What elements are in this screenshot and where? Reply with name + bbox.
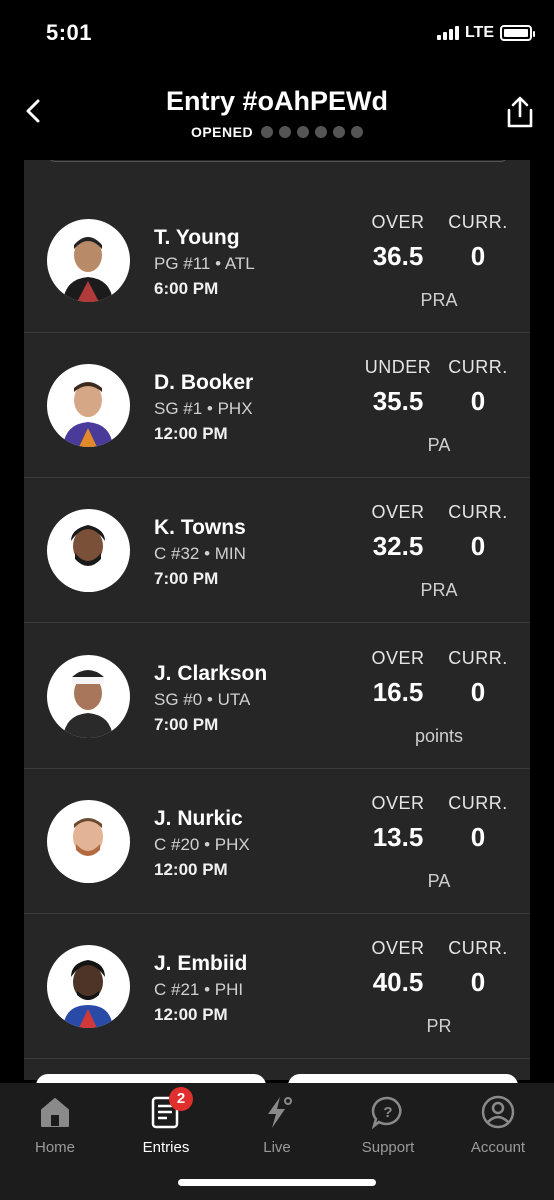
stat-type: PRA <box>420 290 458 310</box>
player-position: C #20 • PHX <box>154 835 250 854</box>
tab-label: Account <box>470 1139 526 1156</box>
current-value: 0 <box>470 677 486 707</box>
current-value: 0 <box>470 822 486 852</box>
entries-badge: 2 <box>169 1087 193 1111</box>
current-column: CURR. 0 <box>430 648 526 708</box>
home-indicator <box>178 1179 376 1186</box>
share-button[interactable] <box>502 94 538 130</box>
pick-row-j-clarkson[interactable]: J. Clarkson SG #0 • UTA 7:00 PM OVER 16.… <box>24 624 530 769</box>
progress-dot <box>279 126 292 138</box>
share-icon <box>507 96 533 128</box>
progress-dot <box>297 126 310 138</box>
current-label: CURR. <box>448 502 508 522</box>
tab-label: Entries <box>142 1139 190 1156</box>
player-avatar <box>47 219 130 302</box>
progress-dot <box>333 126 346 138</box>
game-time: 7:00 PM <box>154 569 219 588</box>
current-label: CURR. <box>448 938 508 958</box>
signal-icon <box>436 26 459 40</box>
current-label: CURR. <box>448 793 508 813</box>
pick-row-t-young[interactable]: T. Young PG #11 • ATL 6:00 PM OVER 36.5 … <box>24 188 530 333</box>
entry-status: OPENED <box>190 124 254 140</box>
player-name: D. Booker <box>154 371 254 394</box>
game-time: 6:00 PM <box>154 279 219 298</box>
current-column: CURR. 0 <box>430 502 526 562</box>
tab-label: Home <box>34 1139 75 1156</box>
entry-progress: OPENED <box>0 124 554 140</box>
player-avatar <box>47 800 130 883</box>
tab-support[interactable]: ? Support <box>333 1093 443 1156</box>
support-icon: ? <box>369 1093 407 1131</box>
stat-type: PRA <box>420 580 458 600</box>
player-position: C #21 • PHI <box>154 980 244 999</box>
player-name: T. Young <box>154 226 240 249</box>
progress-dot <box>351 126 364 138</box>
tab-home[interactable]: Home <box>0 1093 110 1156</box>
player-name: J. Clarkson <box>154 662 268 685</box>
stat-type: PA <box>427 871 451 891</box>
player-avatar <box>47 509 130 592</box>
pick-row-d-booker[interactable]: D. Booker SG #1 • PHX 12:00 PM UNDER 35.… <box>24 333 530 478</box>
stat-type: PR <box>426 1016 452 1036</box>
progress-dot <box>261 126 274 138</box>
game-time: 12:00 PM <box>154 1005 228 1024</box>
player-avatar <box>47 655 130 738</box>
player-position: SG #0 • UTA <box>154 690 251 709</box>
game-time: 12:00 PM <box>154 860 228 879</box>
header: Entry #oAhPEWd OPENED <box>0 70 554 160</box>
picks-list[interactable]: T. Young PG #11 • ATL 6:00 PM OVER 36.5 … <box>24 160 530 1080</box>
player-position: C #32 • MIN <box>154 544 246 563</box>
progress-dot <box>315 126 328 138</box>
current-column: CURR. 0 <box>430 938 526 998</box>
player-name: J. Embiid <box>154 952 248 975</box>
tab-entries[interactable]: 2 Entries <box>111 1087 221 1156</box>
tab-label: Live <box>263 1139 291 1156</box>
player-name: K. Towns <box>154 516 246 539</box>
lightning-icon <box>258 1093 296 1131</box>
player-avatar <box>47 945 130 1028</box>
current-column: CURR. 0 <box>430 212 526 272</box>
stat-type: PA <box>427 435 451 455</box>
summary-card-edge <box>46 160 510 162</box>
entries-icon: 2 <box>147 1087 193 1131</box>
current-value: 0 <box>470 241 486 271</box>
current-label: CURR. <box>448 648 508 668</box>
svg-text:?: ? <box>383 1104 392 1121</box>
player-position: SG #1 • PHX <box>154 399 253 418</box>
current-value: 0 <box>470 531 486 561</box>
tab-label: Support <box>361 1139 415 1156</box>
current-column: CURR. 0 <box>430 793 526 853</box>
battery-icon <box>500 25 535 41</box>
game-time: 7:00 PM <box>154 715 219 734</box>
page-title: Entry #oAhPEWd <box>165 86 388 116</box>
current-label: CURR. <box>448 212 508 232</box>
player-name: J. Nurkic <box>154 807 243 830</box>
current-label: CURR. <box>448 357 508 377</box>
account-icon <box>479 1093 517 1131</box>
current-value: 0 <box>470 386 486 416</box>
current-column: CURR. 0 <box>430 357 526 417</box>
stat-type: points <box>414 726 464 746</box>
network-type: LTE <box>464 24 494 41</box>
tab-account[interactable]: Account <box>443 1093 553 1156</box>
status-time: 5:01 <box>46 20 93 45</box>
tab-live[interactable]: Live <box>222 1093 332 1156</box>
game-time: 12:00 PM <box>154 424 228 443</box>
player-position: PG #11 • ATL <box>154 254 255 273</box>
player-avatar <box>47 364 130 447</box>
pick-row-j-embiid[interactable]: J. Embiid C #21 • PHI 12:00 PM OVER 40.5… <box>24 914 530 1059</box>
current-value: 0 <box>470 967 486 997</box>
pick-row-k-towns[interactable]: K. Towns C #32 • MIN 7:00 PM OVER 32.5 C… <box>24 478 530 623</box>
home-icon <box>36 1093 74 1131</box>
status-indicators: LTE <box>436 24 535 42</box>
status-bar: 5:01 LTE <box>0 0 554 70</box>
pick-row-j-nurkic[interactable]: J. Nurkic C #20 • PHX 12:00 PM OVER 13.5… <box>24 769 530 914</box>
